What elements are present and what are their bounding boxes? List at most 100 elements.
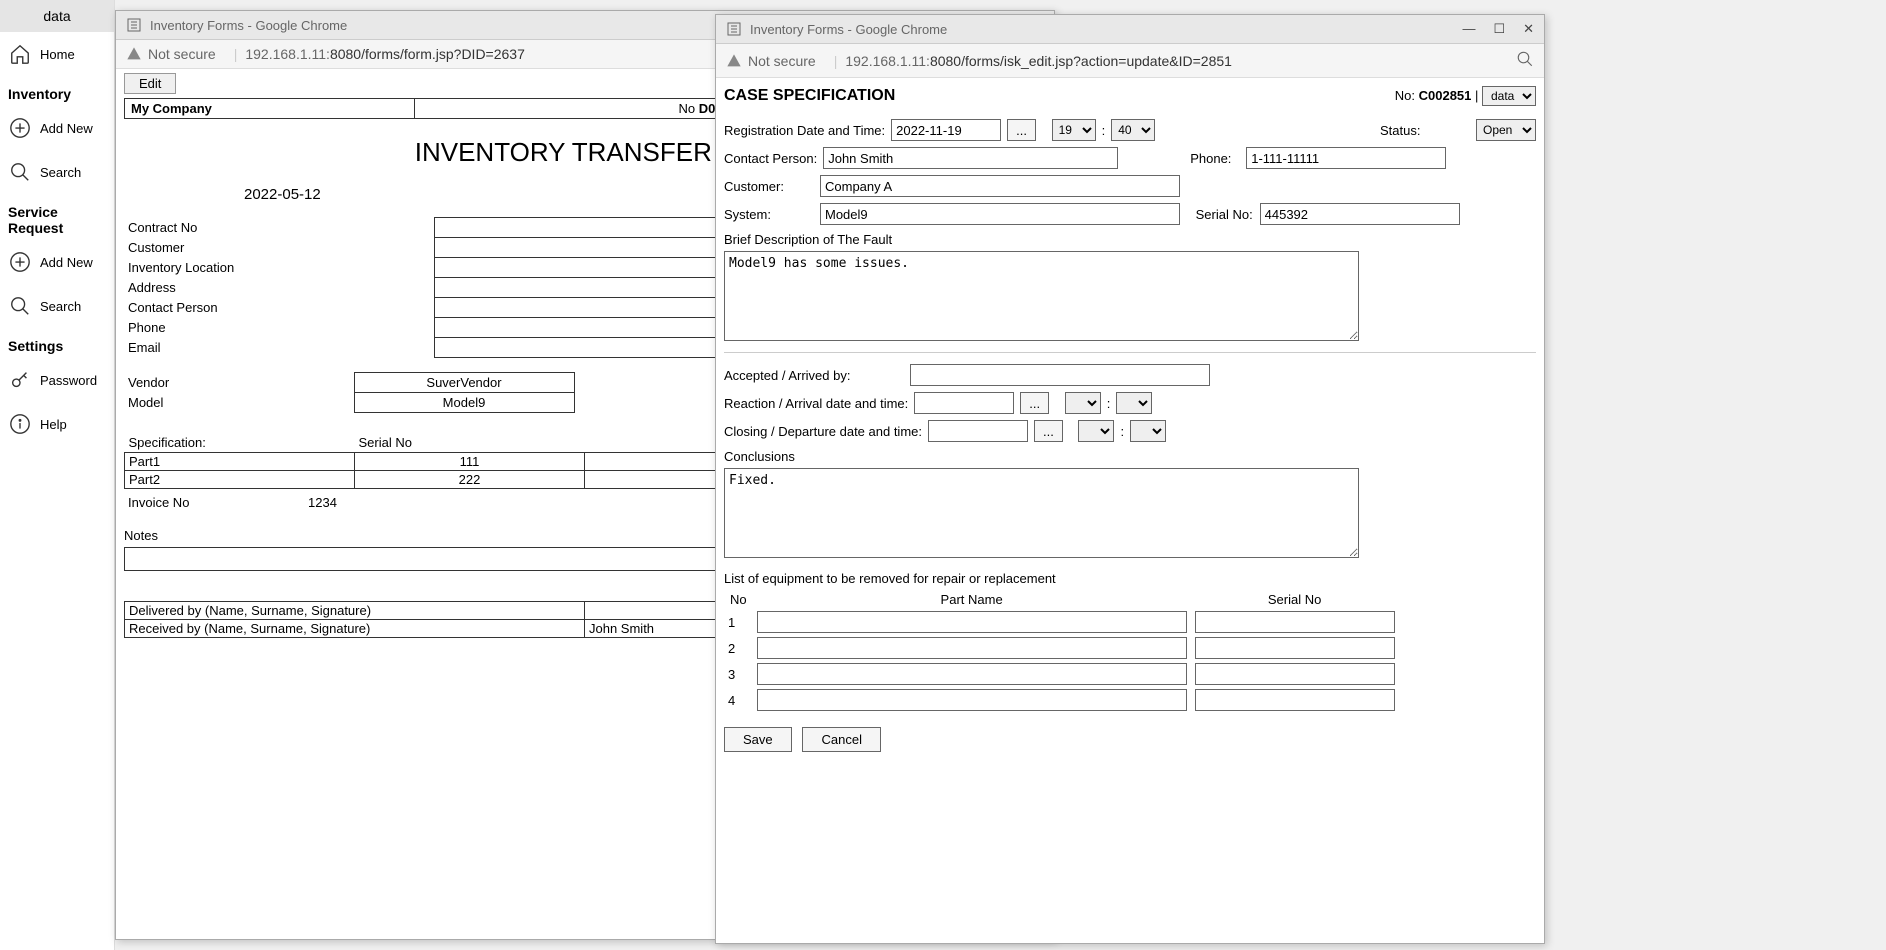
status-select[interactable]: Open: [1476, 119, 1536, 141]
fault-textarea[interactable]: [724, 251, 1359, 341]
fault-label: Brief Description of The Fault: [724, 228, 1536, 251]
sidebar-section-service: Service Request: [0, 194, 114, 240]
contact-label: Contact Person:: [724, 151, 817, 166]
save-button[interactable]: Save: [724, 727, 792, 752]
sidebar-label: Search: [40, 299, 81, 314]
minimize-button[interactable]: —: [1462, 21, 1475, 37]
equipment-table: No Part Name Serial No 1 2 3 4: [724, 590, 1399, 713]
company-cell: My Company: [125, 99, 415, 119]
part-name-input[interactable]: [757, 689, 1187, 711]
system-input[interactable]: [820, 203, 1180, 225]
cancel-button[interactable]: Cancel: [802, 727, 880, 752]
reaction-label: Reaction / Arrival date and time:: [724, 396, 908, 411]
equip-row: 4: [724, 687, 1399, 713]
serialno-header: Serial No: [355, 433, 585, 453]
case-number: No: C002851 | data: [1395, 86, 1536, 106]
col-no: No: [724, 590, 753, 609]
closing-label: Closing / Departure date and time:: [724, 424, 922, 439]
contract-no-label: Contract No: [124, 218, 434, 238]
customer-label: Customer:: [724, 179, 814, 194]
sidebar: data Home Inventory Add New Search Servi…: [0, 0, 115, 950]
home-icon: [8, 42, 32, 66]
sidebar-label: Home: [40, 47, 75, 62]
plus-icon: [8, 250, 32, 274]
sidebar-inventory-search[interactable]: Search: [0, 150, 114, 194]
search-icon: [8, 160, 32, 184]
closing-date-picker[interactable]: ...: [1034, 420, 1063, 442]
sidebar-service-add[interactable]: Add New: [0, 240, 114, 284]
model-label: Model: [124, 393, 354, 413]
closing-date-input[interactable]: [928, 420, 1028, 442]
received-label: Received by (Name, Surname, Signature): [125, 620, 585, 638]
sidebar-label: Search: [40, 165, 81, 180]
app-icon: [726, 21, 742, 37]
reaction-hour-select[interactable]: [1065, 392, 1101, 414]
part-name-input[interactable]: [757, 611, 1187, 633]
edit-button[interactable]: Edit: [124, 73, 176, 94]
warning-icon: [726, 53, 742, 69]
accepted-input[interactable]: [910, 364, 1210, 386]
col-sn: Serial No: [1191, 590, 1399, 609]
zoom-icon[interactable]: [1516, 50, 1534, 71]
spec-header: Specification:: [125, 433, 355, 453]
sidebar-section-settings: Settings: [0, 328, 114, 358]
part-sn-input[interactable]: [1195, 611, 1395, 633]
sidebar-brand: data: [0, 0, 114, 32]
delivered-label: Delivered by (Name, Surname, Signature): [125, 602, 585, 620]
part-sn-input[interactable]: [1195, 637, 1395, 659]
reaction-date-picker[interactable]: ...: [1020, 392, 1049, 414]
sidebar-section-inventory: Inventory: [0, 76, 114, 106]
key-icon: [8, 368, 32, 392]
reg-date-input[interactable]: [891, 119, 1001, 141]
sidebar-service-search[interactable]: Search: [0, 284, 114, 328]
case-content: CASE SPECIFICATION No: C002851 | data Re…: [716, 78, 1544, 943]
equip-label: List of equipment to be removed for repa…: [724, 561, 1536, 590]
location-label: Inventory Location: [124, 258, 434, 278]
reaction-min-select[interactable]: [1116, 392, 1152, 414]
sidebar-label: Password: [40, 373, 97, 388]
closing-hour-select[interactable]: [1078, 420, 1114, 442]
reg-min-select[interactable]: 40: [1111, 119, 1155, 141]
system-label: System:: [724, 207, 814, 222]
sidebar-help[interactable]: Help: [0, 402, 114, 446]
phone-label: Phone: [124, 318, 434, 338]
date-picker-button[interactable]: ...: [1007, 119, 1036, 141]
case-spec-window: Inventory Forms - Google Chrome — ☐ ✕ No…: [715, 14, 1545, 944]
not-secure-indicator[interactable]: Not secure: [726, 53, 816, 69]
sidebar-label: Add New: [40, 255, 93, 270]
sidebar-home[interactable]: Home: [0, 32, 114, 76]
reaction-date-input[interactable]: [914, 392, 1014, 414]
conclusions-textarea[interactable]: [724, 468, 1359, 558]
address-bar: Not secure | 192.168.1.11:8080/forms/isk…: [716, 44, 1544, 78]
customer-input[interactable]: [820, 175, 1180, 197]
not-secure-indicator[interactable]: Not secure: [126, 46, 216, 62]
model-value: Model9: [354, 393, 574, 413]
sidebar-inventory-add[interactable]: Add New: [0, 106, 114, 150]
url-display[interactable]: 192.168.1.11:8080/forms/isk_edit.jsp?act…: [845, 53, 1516, 69]
warning-icon: [126, 46, 142, 62]
accepted-label: Accepted / Arrived by:: [724, 368, 904, 383]
col-part: Part Name: [753, 590, 1191, 609]
phone-input[interactable]: [1246, 147, 1446, 169]
part-name-input[interactable]: [757, 663, 1187, 685]
sidebar-password[interactable]: Password: [0, 358, 114, 402]
part-name-input[interactable]: [757, 637, 1187, 659]
contact-input[interactable]: [823, 147, 1118, 169]
part-sn-input[interactable]: [1195, 663, 1395, 685]
titlebar[interactable]: Inventory Forms - Google Chrome — ☐ ✕: [716, 15, 1544, 44]
reg-hour-select[interactable]: 19: [1052, 119, 1096, 141]
case-title: CASE SPECIFICATION: [724, 87, 895, 105]
serial-label: Serial No:: [1196, 207, 1254, 222]
equip-row: 1: [724, 609, 1399, 635]
part-sn-input[interactable]: [1195, 689, 1395, 711]
equip-row: 2: [724, 635, 1399, 661]
closing-min-select[interactable]: [1130, 420, 1166, 442]
serial-input[interactable]: [1260, 203, 1460, 225]
close-button[interactable]: ✕: [1523, 21, 1534, 37]
status-label: Status:: [1380, 123, 1470, 138]
data-select[interactable]: data: [1482, 86, 1536, 106]
info-icon: [8, 412, 32, 436]
reg-date-label: Registration Date and Time:: [724, 123, 885, 138]
vendor-value: SuverVendor: [354, 373, 574, 393]
maximize-button[interactable]: ☐: [1493, 21, 1505, 37]
